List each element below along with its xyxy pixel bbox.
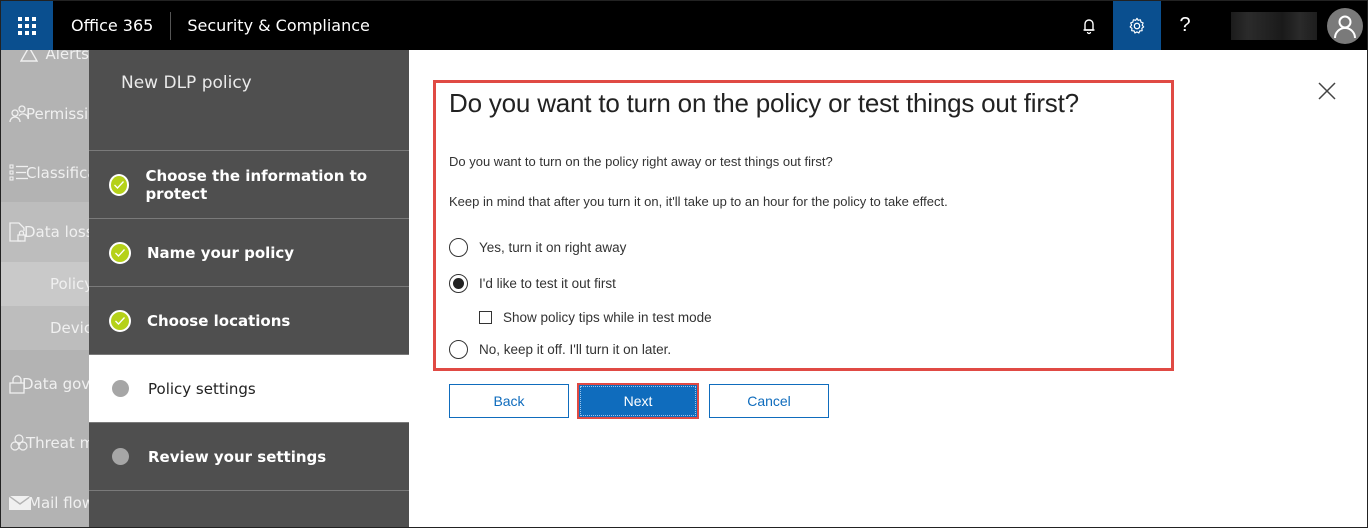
- app-title[interactable]: Security & Compliance: [187, 16, 370, 35]
- step-name-policy[interactable]: Name your policy: [89, 218, 409, 286]
- radio-button[interactable]: [449, 340, 468, 359]
- left-navigation: Alerts Permissions Classifications Data …: [1, 50, 89, 527]
- alert-icon: [19, 50, 38, 62]
- help-icon: ?: [1179, 14, 1191, 36]
- notifications-button[interactable]: [1065, 1, 1113, 50]
- step-policy-settings[interactable]: Policy settings: [89, 354, 409, 422]
- waffle-icon: [18, 16, 36, 35]
- bell-icon: [1083, 18, 1095, 34]
- nav-subitem-policy[interactable]: Policy: [1, 262, 89, 306]
- nav-item-data-loss-prevention[interactable]: Data loss prevention: [1, 202, 89, 262]
- divider: [170, 11, 172, 40]
- pending-circle-icon: [112, 380, 129, 397]
- gear-icon: [1129, 17, 1145, 34]
- check-circle-icon: [109, 309, 131, 332]
- nav-item-permissions[interactable]: Permissions: [1, 92, 89, 136]
- checkbox[interactable]: [479, 311, 492, 324]
- note-text: Keep in mind that after you turn it on, …: [449, 194, 948, 209]
- wizard-content: Do you want to turn on the policy or tes…: [409, 50, 1367, 527]
- app-launcher-button[interactable]: [1, 1, 53, 50]
- nav-item-threat-management[interactable]: Threat management: [1, 421, 89, 465]
- radio-button-selected[interactable]: [449, 274, 468, 293]
- app-window: Office 365 Security & Compliance ? Alert…: [0, 0, 1368, 528]
- cancel-button[interactable]: Cancel: [709, 384, 829, 418]
- nav-item-alerts[interactable]: Alerts: [1, 50, 89, 66]
- highlight-annotation: [433, 80, 1174, 371]
- divider: [89, 490, 409, 491]
- nav-item-classifications[interactable]: Classifications: [1, 151, 89, 195]
- description-text: Do you want to turn on the policy right …: [449, 154, 833, 169]
- step-review-settings[interactable]: Review your settings: [89, 422, 409, 490]
- option-turn-on-now[interactable]: Yes, turn it on right away: [449, 238, 626, 257]
- username-redacted: [1231, 11, 1317, 40]
- option-test-first[interactable]: I'd like to test it out first: [449, 274, 616, 293]
- avatar-button[interactable]: [1327, 7, 1363, 44]
- step-choose-information[interactable]: Choose the information to protect: [89, 150, 409, 218]
- wizard-steps-panel: New DLP policy Choose the information to…: [89, 50, 409, 527]
- close-icon: [1318, 82, 1336, 100]
- page-title: Do you want to turn on the policy or tes…: [449, 88, 1079, 118]
- next-button[interactable]: Next: [577, 383, 699, 419]
- top-bar: Office 365 Security & Compliance ?: [1, 1, 1367, 50]
- brand-link[interactable]: Office 365: [71, 16, 153, 35]
- nav-item-mail-flow[interactable]: Mail flow: [1, 481, 89, 525]
- show-policy-tips-option[interactable]: Show policy tips while in test mode: [479, 310, 712, 325]
- close-button[interactable]: [1315, 79, 1339, 103]
- option-keep-off[interactable]: No, keep it off. I'll turn it on later.: [449, 340, 671, 359]
- check-circle-icon: [109, 241, 131, 264]
- pending-circle-icon: [112, 448, 129, 465]
- back-button[interactable]: Back: [449, 384, 569, 418]
- step-choose-locations[interactable]: Choose locations: [89, 286, 409, 354]
- avatar-icon: [1334, 15, 1356, 38]
- settings-button[interactable]: [1113, 1, 1161, 50]
- nav-item-data-governance[interactable]: Data governance: [1, 362, 89, 406]
- nav-subitem-device-management[interactable]: Device management: [1, 306, 89, 350]
- check-circle-icon: [109, 173, 130, 196]
- radio-button[interactable]: [449, 238, 468, 257]
- help-button[interactable]: ?: [1161, 1, 1209, 50]
- top-bar-actions: ?: [1065, 1, 1367, 50]
- wizard-title: New DLP policy: [121, 73, 252, 93]
